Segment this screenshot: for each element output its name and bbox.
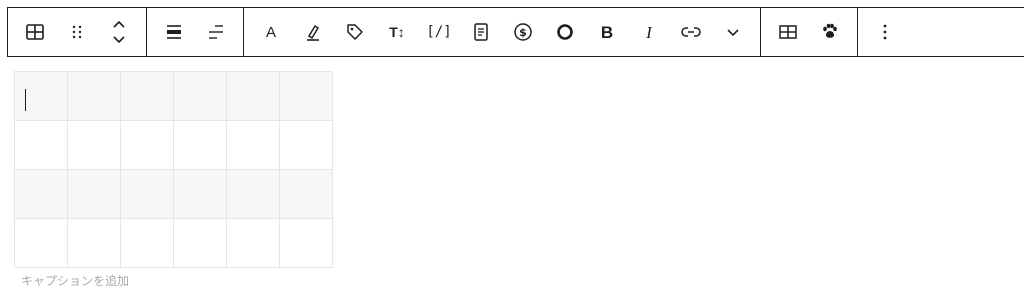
link-icon: [680, 24, 702, 40]
highlight-button[interactable]: [292, 8, 334, 56]
table-cell[interactable]: [67, 218, 121, 268]
circle-icon: [555, 22, 575, 42]
svg-text:$: $: [519, 26, 527, 39]
toolbar-group-format: A T↕ [/] $ B I: [244, 8, 761, 56]
table-row: [14, 120, 333, 170]
text-caret: [25, 88, 26, 111]
text-color-label: A: [265, 23, 276, 41]
data-table: [14, 71, 333, 268]
bold-icon: B: [600, 22, 614, 42]
move-up-down-button[interactable]: [98, 8, 140, 56]
tag-button[interactable]: [334, 8, 376, 56]
highlighter-icon: [303, 22, 323, 42]
align-right-icon: [206, 22, 226, 42]
document-icon: [472, 22, 490, 42]
move-up-down-icon: [111, 19, 127, 45]
table-cell[interactable]: [14, 218, 68, 268]
toolbar-group-block: [8, 8, 147, 56]
table-cell[interactable]: [226, 169, 280, 219]
table-cell[interactable]: [226, 218, 280, 268]
table-cell[interactable]: [67, 169, 121, 219]
more-options-icon: [882, 23, 888, 41]
align-center-button[interactable]: [153, 8, 195, 56]
currency-button[interactable]: $: [502, 8, 544, 56]
align-right-button[interactable]: [195, 8, 237, 56]
more-format-button[interactable]: [712, 8, 754, 56]
block-toolbar: A T↕ [/] $ B I: [7, 7, 1024, 57]
table-cell[interactable]: [279, 169, 333, 219]
text-color-button[interactable]: A: [250, 8, 292, 56]
table-caption[interactable]: キャプションを追加: [21, 272, 129, 289]
table-cell[interactable]: [226, 120, 280, 170]
table-icon: [25, 22, 45, 42]
more-options-button[interactable]: [864, 8, 906, 56]
table-row: [14, 71, 333, 121]
table-cell[interactable]: [173, 120, 227, 170]
code-icon: [/]: [426, 24, 452, 40]
toolbar-group-table: [761, 8, 858, 56]
document-button[interactable]: [460, 8, 502, 56]
tag-icon: [345, 22, 365, 42]
toolbar-group-options: [858, 8, 912, 56]
table-cell[interactable]: [173, 218, 227, 268]
table-cell[interactable]: [67, 120, 121, 170]
italic-icon: I: [646, 22, 652, 42]
table-cell[interactable]: [279, 71, 333, 121]
table-cell[interactable]: [14, 169, 68, 219]
align-center-icon: [164, 22, 184, 42]
paw-button[interactable]: [809, 8, 851, 56]
table-edit-icon: [778, 24, 798, 40]
table-cell[interactable]: [14, 120, 68, 170]
table-cell[interactable]: [279, 120, 333, 170]
table-cell[interactable]: [67, 71, 121, 121]
table-cell[interactable]: [173, 169, 227, 219]
table-cell[interactable]: [14, 71, 68, 121]
text-size-button[interactable]: T↕: [376, 8, 418, 56]
bold-button[interactable]: B: [586, 8, 628, 56]
link-button[interactable]: [670, 8, 712, 56]
drag-handle-icon: [70, 23, 84, 41]
table-row: [14, 169, 333, 219]
code-button[interactable]: [/]: [418, 8, 460, 56]
table-cell[interactable]: [279, 218, 333, 268]
table-block: [14, 71, 333, 268]
dollar-icon: $: [513, 22, 533, 42]
chevron-down-icon: [725, 24, 741, 40]
circle-button[interactable]: [544, 8, 586, 56]
table-cell[interactable]: [226, 71, 280, 121]
paw-icon: [820, 22, 840, 42]
table-block-button[interactable]: [14, 8, 56, 56]
table-row: [14, 218, 333, 268]
drag-handle-button[interactable]: [56, 8, 98, 56]
table-cell[interactable]: [120, 169, 174, 219]
table-edit-button[interactable]: [767, 8, 809, 56]
table-cell[interactable]: [120, 120, 174, 170]
toolbar-group-align: [147, 8, 244, 56]
table-cell[interactable]: [120, 218, 174, 268]
table-cell[interactable]: [120, 71, 174, 121]
italic-button[interactable]: I: [628, 8, 670, 56]
text-size-icon: T↕: [389, 24, 405, 40]
table-cell[interactable]: [173, 71, 227, 121]
